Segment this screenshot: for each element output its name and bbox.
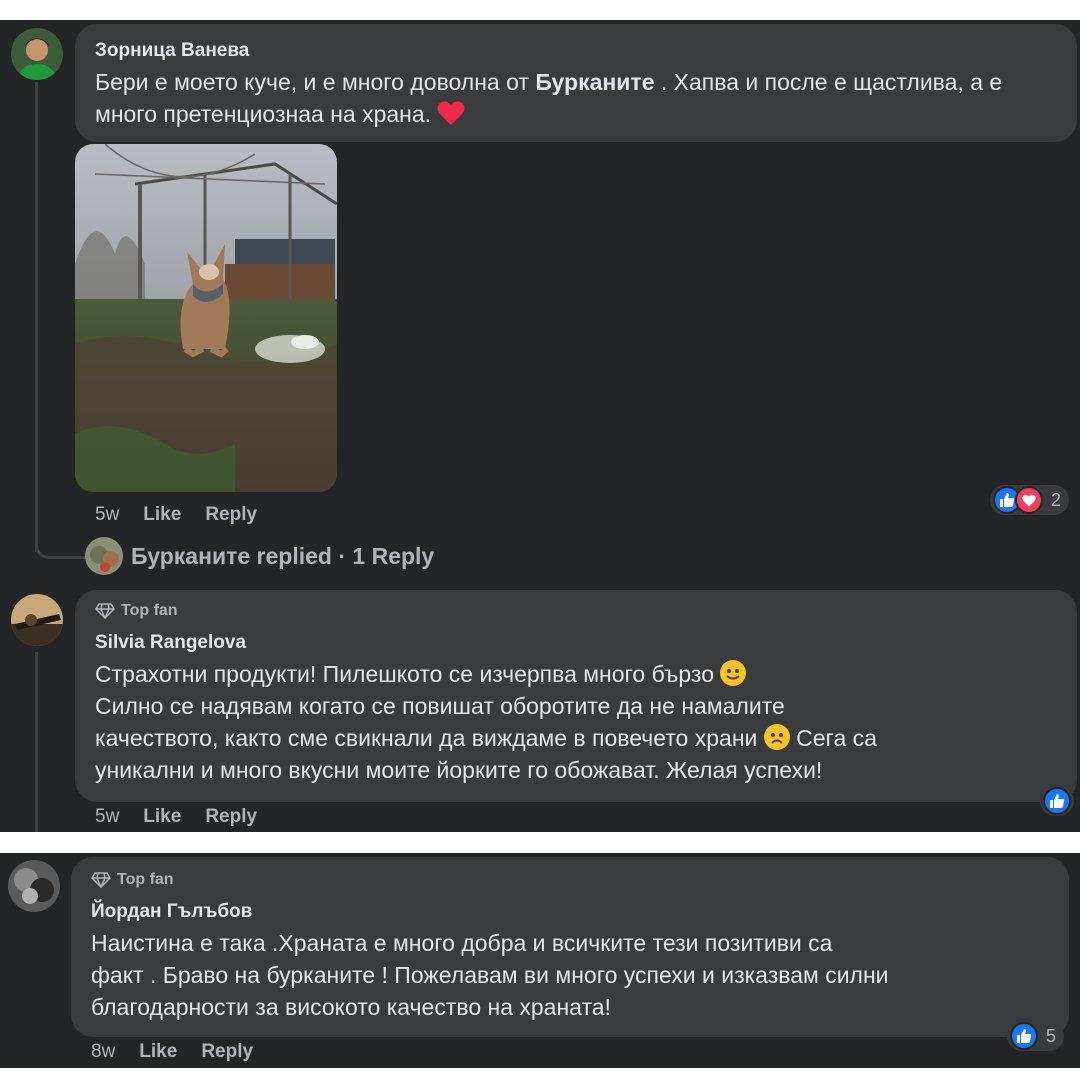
heart-emoji-icon [437,100,465,126]
reaction-summary[interactable] [1040,786,1074,816]
comment-actions: 5w Like Reply [95,806,257,828]
comment-time[interactable]: 8w [91,1041,115,1063]
reaction-summary[interactable]: 2 [990,485,1070,515]
dog-photo-image [75,144,337,492]
like-reaction-icon [1010,1022,1038,1050]
comment-text: Страхотни продукти! Пилешкото се изчерпв… [95,658,1055,786]
diamond-icon [91,872,111,888]
reply-button[interactable]: Reply [201,1041,253,1063]
like-button[interactable]: Like [143,504,181,526]
reaction-count: 5 [1046,1025,1057,1046]
diamond-icon [95,603,115,619]
top-fan-badge: Top fan [91,871,174,889]
comment-time[interactable]: 5w [95,806,119,828]
avatar[interactable] [8,860,60,912]
comment-time[interactable]: 5w [95,504,119,526]
comment-actions: 5w Like Reply [95,504,257,526]
comment-author[interactable]: Зорница Ванева [95,40,249,62]
thread-line [35,82,38,552]
replies-link-text[interactable]: Бурканите replied · 1 Reply [131,543,434,570]
comment-text: Бери е моето куче, и е много доволна от … [95,66,1035,130]
sad-emoji-icon [763,724,790,750]
comments-panel-bottom: Top fan Йордан Гълъбов Наистина е така .… [0,853,1080,1068]
comment-line: качеството, както сме свикнали да виждам… [95,724,877,751]
like-reaction-icon [1043,787,1071,815]
top-fan-label: Top fan [121,602,178,619]
avatar[interactable] [11,28,63,80]
thread-curve [35,532,88,559]
smile-emoji-icon [720,660,747,686]
page-avatar [85,537,123,575]
avatar[interactable] [11,594,63,646]
comment-photo[interactable] [75,144,337,492]
comment-bubble: Top fan Йордан Гълъбов Наистина е така .… [71,857,1069,1037]
like-button[interactable]: Like [143,806,181,828]
comment-line: факт . Браво на бурканите ! Пожелавам ви… [91,962,889,988]
comment-bubble: Зорница Ванева Бери е моето куче, и е мн… [75,24,1077,142]
thread-line [35,652,38,832]
comment-bubble: Top fan Silvia Rangelova Страхотни проду… [75,590,1077,802]
replies-link[interactable]: Бурканите replied · 1 Reply [85,536,434,576]
reply-button[interactable]: Reply [205,504,257,526]
top-fan-label: Top fan [117,871,174,888]
comment-line: Страхотни продукти! Пилешкото се изчерпв… [95,658,1055,690]
comment-line: Силно се надявам когато се повишат оборо… [95,693,785,719]
comment-actions: 8w Like Reply [91,1041,253,1063]
love-reaction-icon [1015,486,1043,514]
comment-author[interactable]: Йордан Гълъбов [91,901,252,923]
comment-text: Наистина е така .Храната е много добра и… [91,927,1051,1023]
like-button[interactable]: Like [139,1041,177,1063]
comment-author[interactable]: Silvia Rangelova [95,632,246,654]
comment-text-part: Бери е моето куче, и е много доволна от [95,69,536,95]
comment-line: благодарности за високото качество на хр… [91,994,611,1020]
page-mention[interactable]: Бурканите [535,69,654,95]
reply-button[interactable]: Reply [205,806,257,828]
comment-line: Наистина е така .Храната е много добра и… [91,930,833,956]
comments-panel-top: Зорница Ванева Бери е моето куче, и е мн… [0,20,1080,832]
reaction-count: 2 [1051,489,1062,510]
comment-line: уникални и много вкусни моите йорките го… [95,757,823,783]
reaction-summary[interactable]: 5 [1007,1021,1065,1051]
top-fan-badge: Top fan [95,602,178,620]
